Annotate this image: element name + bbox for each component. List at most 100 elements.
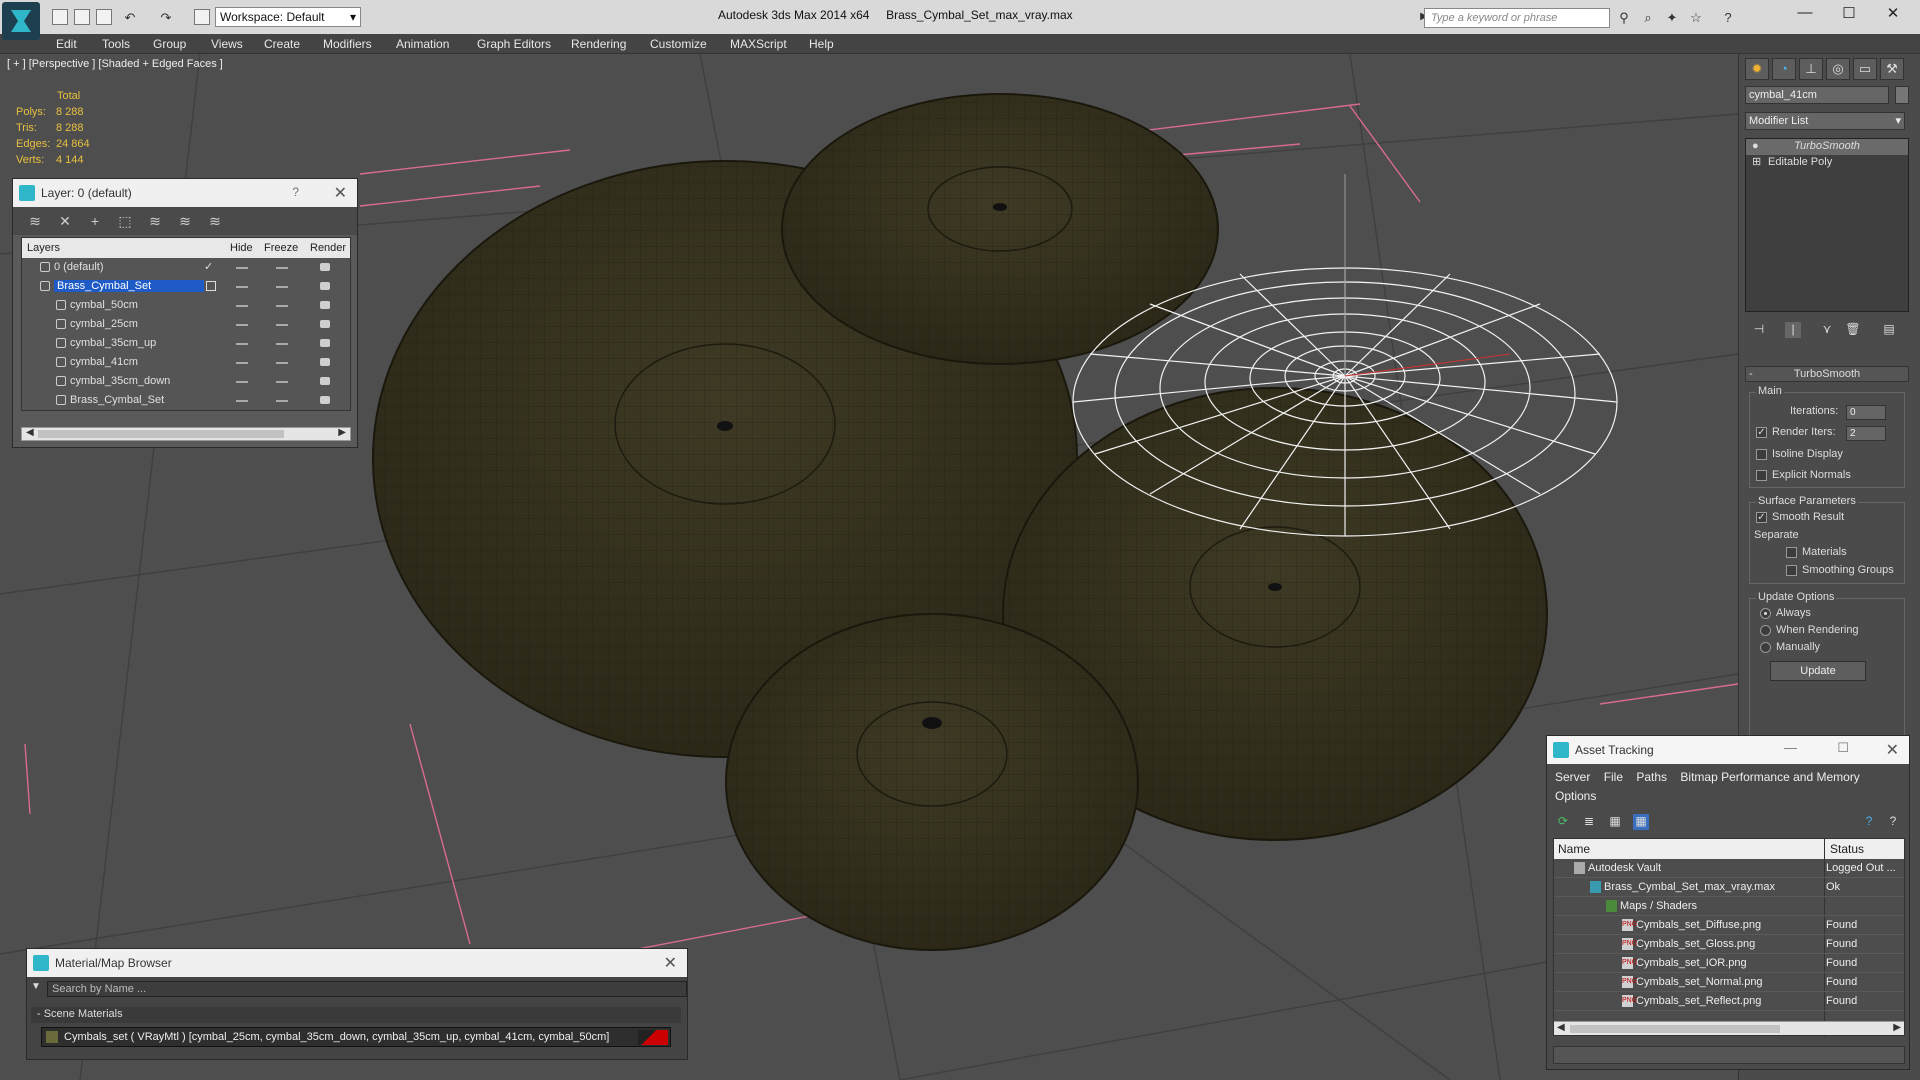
search-icon[interactable]: ⌕ <box>1640 10 1656 26</box>
freeze-toggle[interactable] <box>276 381 288 383</box>
menu-customize[interactable]: Customize <box>650 37 707 51</box>
communication-icon[interactable]: ✦ <box>1664 10 1680 26</box>
create-layer-icon[interactable]: ≋ <box>27 213 43 229</box>
render-teapot-icon[interactable] <box>320 301 330 309</box>
freeze-toggle[interactable] <box>276 267 288 269</box>
minimize-icon[interactable]: — <box>1784 740 1797 755</box>
help-icon[interactable]: ? <box>1861 814 1877 830</box>
freeze-toggle[interactable] <box>276 305 288 307</box>
favorites-icon[interactable]: ☆ <box>1688 10 1704 26</box>
freeze-all-layers-icon[interactable]: ≋ <box>207 213 223 229</box>
undo-icon[interactable]: ↶ <box>122 10 138 26</box>
render-teapot-icon[interactable] <box>320 263 330 271</box>
menu-tools[interactable]: Tools <box>102 37 130 51</box>
column-name[interactable]: Name <box>1558 842 1590 856</box>
close-icon[interactable]: ✕ <box>1886 740 1899 760</box>
configure-sets-icon[interactable]: ▤ <box>1881 322 1897 338</box>
freeze-toggle[interactable] <box>276 362 288 364</box>
isoline-display-checkbox[interactable] <box>1756 449 1767 460</box>
context-help-icon[interactable]: ? <box>1885 814 1901 830</box>
utilities-tab-icon[interactable]: ⚒ <box>1880 58 1904 80</box>
hide-toggle[interactable] <box>236 305 248 307</box>
layer-row[interactable]: Brass_Cymbal_Set <box>22 391 350 410</box>
viewport-label[interactable]: [ + ] [Perspective ] [Shaded + Edged Fac… <box>7 58 223 70</box>
workspace-dropdown[interactable]: Workspace: Default ▾ <box>215 7 361 27</box>
remove-modifier-icon[interactable]: 🗑 <box>1845 322 1861 338</box>
column-hide[interactable]: Hide <box>230 242 253 254</box>
expand-plus-icon[interactable]: ⊞ <box>1752 155 1761 168</box>
menu-create[interactable]: Create <box>264 37 300 51</box>
motion-tab-icon[interactable]: ◎ <box>1826 58 1850 80</box>
explicit-normals-checkbox[interactable] <box>1756 470 1767 481</box>
add-to-layer-icon[interactable]: + <box>87 213 103 229</box>
render-teapot-icon[interactable] <box>320 282 330 290</box>
show-end-result-icon[interactable]: | <box>1785 322 1801 338</box>
menu-server[interactable]: Server <box>1555 770 1590 784</box>
material-browser-titlebar[interactable]: Material/Map Browser ✕ <box>27 949 687 977</box>
make-unique-icon[interactable]: ⋎ <box>1819 322 1835 338</box>
menu-paths[interactable]: Paths <box>1636 770 1667 784</box>
when-rendering-radio[interactable] <box>1760 625 1771 636</box>
delete-layer-icon[interactable]: ✕ <box>57 213 73 229</box>
scroll-right-icon[interactable]: ▶ <box>1893 1022 1901 1033</box>
layer-row[interactable]: Brass_Cymbal_Set <box>22 277 350 296</box>
hide-toggle[interactable] <box>236 381 248 383</box>
scroll-thumb[interactable] <box>1570 1025 1780 1033</box>
hide-all-layers-icon[interactable]: ≋ <box>177 213 193 229</box>
scroll-left-icon[interactable]: ◀ <box>26 427 34 438</box>
layer-window-titlebar[interactable]: Layer: 0 (default) ? ✕ <box>13 179 357 207</box>
render-teapot-icon[interactable] <box>320 358 330 366</box>
new-file-icon[interactable] <box>52 9 68 25</box>
menu-rendering[interactable]: Rendering <box>571 37 626 51</box>
materials-checkbox[interactable] <box>1786 547 1797 558</box>
render-teapot-icon[interactable] <box>320 320 330 328</box>
pin-stack-icon[interactable]: ⊣ <box>1751 322 1767 338</box>
app-logo-icon[interactable] <box>2 2 40 40</box>
smooth-result-checkbox[interactable]: ✓ <box>1756 512 1767 523</box>
object-color-swatch[interactable] <box>1895 86 1909 104</box>
asset-hscrollbar[interactable]: ◀ ▶ <box>1554 1021 1904 1035</box>
layer-row[interactable]: cymbal_41cm <box>22 353 350 372</box>
layer-row[interactable]: cymbal_25cm <box>22 315 350 334</box>
create-tab-icon[interactable]: ✹ <box>1745 58 1769 80</box>
hide-toggle[interactable] <box>236 267 248 269</box>
column-status[interactable]: Status <box>1830 842 1864 856</box>
always-radio[interactable] <box>1760 608 1771 619</box>
render-teapot-icon[interactable] <box>320 396 330 404</box>
layer-row[interactable]: cymbal_35cm_up <box>22 334 350 353</box>
hide-toggle[interactable] <box>236 343 248 345</box>
hide-toggle[interactable] <box>236 286 248 288</box>
freeze-toggle[interactable] <box>276 400 288 402</box>
maximize-icon[interactable]: ☐ <box>1837 740 1849 756</box>
display-tab-icon[interactable]: ▭ <box>1853 58 1877 80</box>
smoothing-groups-checkbox[interactable] <box>1786 565 1797 576</box>
scene-materials-group[interactable]: - Scene Materials <box>31 1007 681 1023</box>
menu-options[interactable]: Options <box>1555 789 1596 803</box>
asset-tracking-titlebar[interactable]: Asset Tracking — ☐ ✕ <box>1547 736 1909 764</box>
render-iters-checkbox[interactable]: ✓ <box>1756 427 1767 438</box>
modifier-list-dropdown[interactable]: Modifier List ▾ <box>1745 112 1905 130</box>
menu-help[interactable]: Help <box>809 37 834 51</box>
open-file-icon[interactable] <box>74 9 90 25</box>
binoculars-icon[interactable]: ⚲ <box>1616 10 1632 26</box>
minimize-icon[interactable]: — <box>1790 4 1820 26</box>
help-icon[interactable]: ? <box>1720 10 1736 26</box>
table-view-icon[interactable]: ▦ <box>1607 814 1623 830</box>
menu-group[interactable]: Group <box>153 37 186 51</box>
menu-bitmap-performance[interactable]: Bitmap Performance and Memory <box>1680 770 1859 784</box>
options-arrow-icon[interactable]: ▼ <box>31 981 41 992</box>
scroll-left-icon[interactable]: ◀ <box>1557 1022 1565 1033</box>
menu-modifiers[interactable]: Modifiers <box>323 37 372 51</box>
layer-hscrollbar[interactable]: ◀ ▶ <box>21 427 351 441</box>
rollout-title[interactable]: - TurboSmooth <box>1745 366 1909 382</box>
manually-radio[interactable] <box>1760 642 1771 653</box>
asset-row[interactable]: PNG Cymbals_set_Diffuse.png Found <box>1554 916 1904 935</box>
help-icon[interactable]: ? <box>292 185 299 199</box>
asset-row[interactable]: Autodesk Vault Logged Out ... <box>1554 859 1904 878</box>
layer-row[interactable]: 0 (default) ✓ <box>22 258 350 277</box>
maximize-icon[interactable]: ☐ <box>1834 4 1864 26</box>
asset-row[interactable]: Maps / Shaders <box>1554 897 1904 916</box>
menu-edit[interactable]: Edit <box>56 37 77 51</box>
asset-row[interactable]: PNG Cymbals_set_Reflect.png Found <box>1554 992 1904 1011</box>
menu-maxscript[interactable]: MAXScript <box>730 37 787 51</box>
